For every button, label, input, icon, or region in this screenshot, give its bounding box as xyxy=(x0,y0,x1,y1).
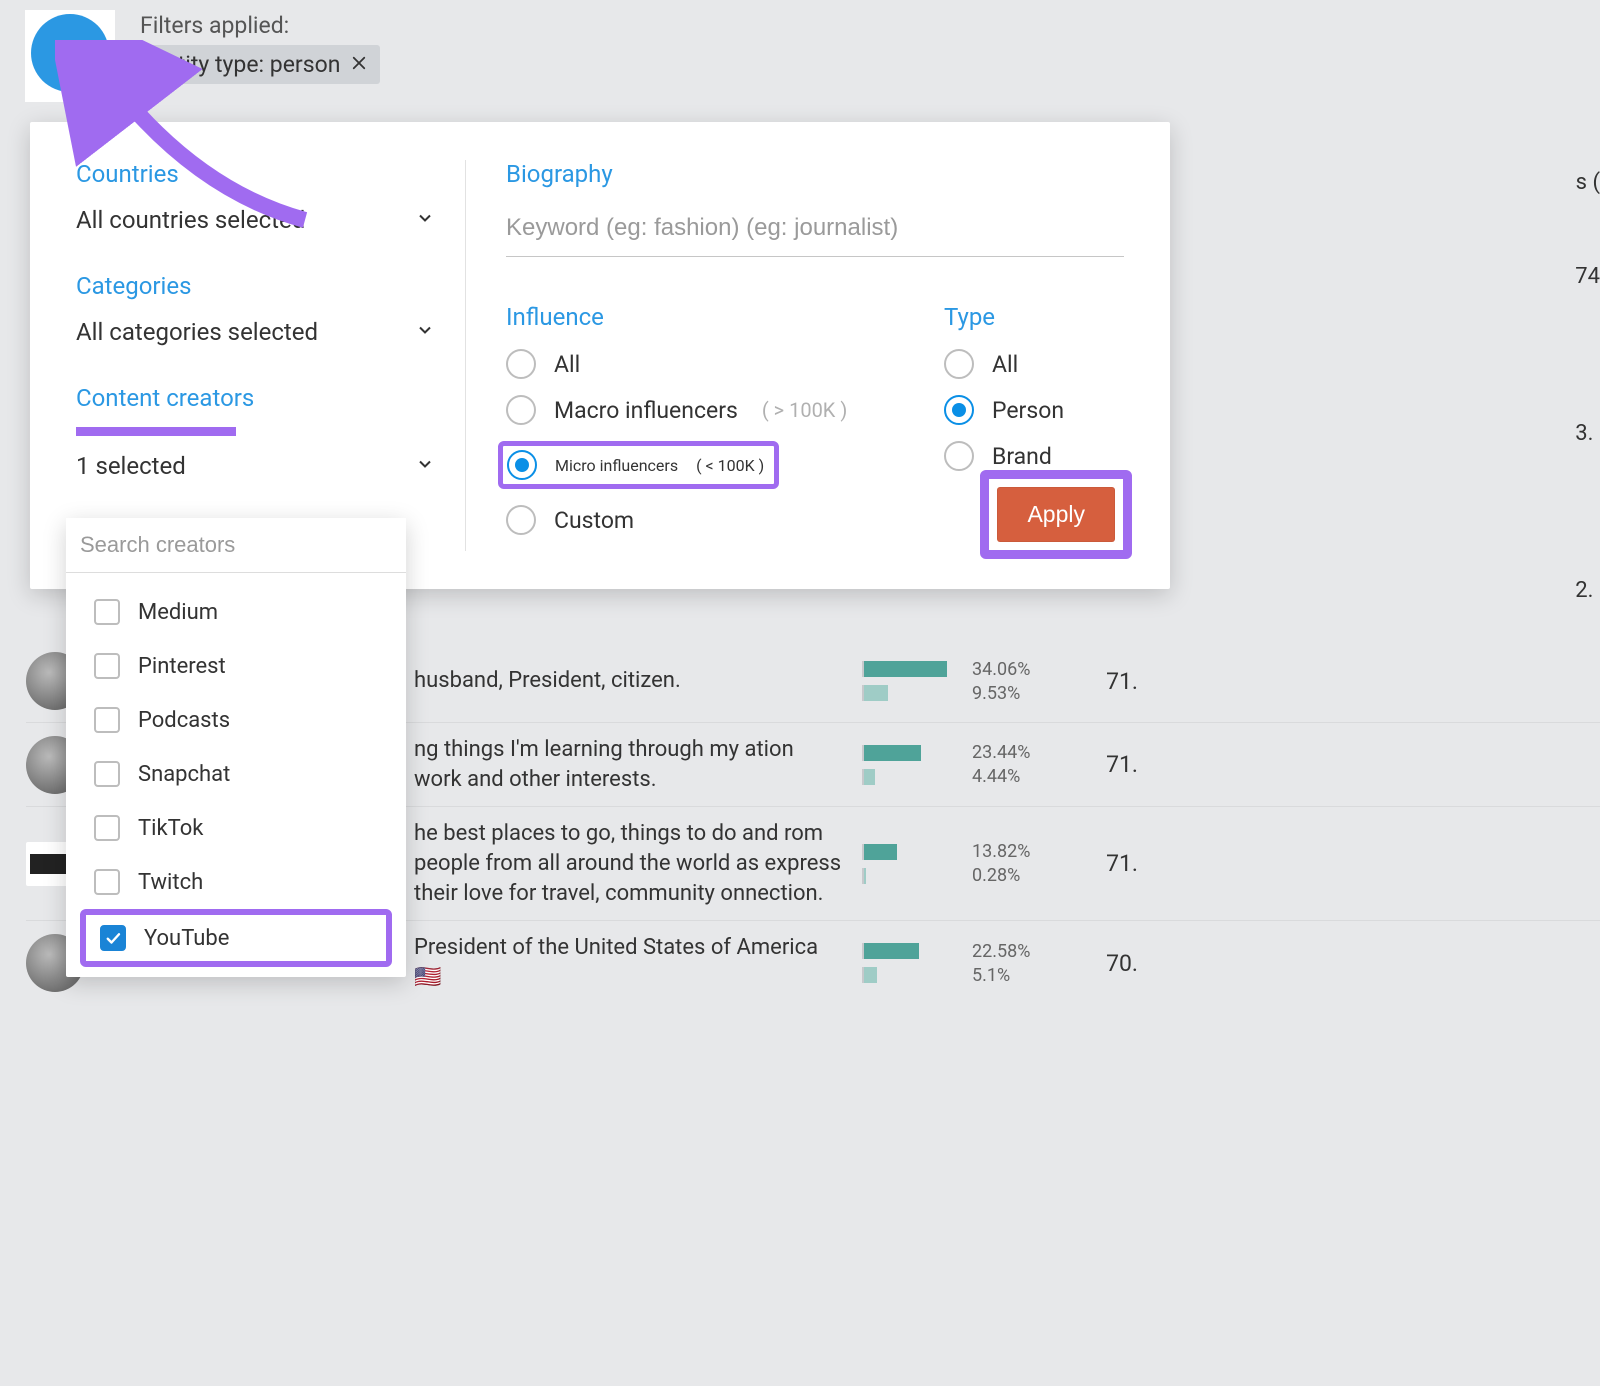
row-score: 71. xyxy=(1074,751,1144,778)
annotation-underline xyxy=(76,427,236,436)
influence-all-radio[interactable]: All xyxy=(506,349,884,379)
countries-select[interactable]: All countries selected xyxy=(76,206,435,234)
creators-search-input[interactable] xyxy=(66,518,406,573)
annotation-highlight-micro: Micro influencers ( < 100K ) xyxy=(498,441,779,489)
row-bars: 23.44% 4.44% xyxy=(854,739,1064,790)
chevron-down-icon xyxy=(415,206,435,234)
influence-micro-radio[interactable]: Micro influencers xyxy=(555,456,678,475)
chevron-down-icon xyxy=(415,318,435,346)
chevron-down-icon xyxy=(415,452,435,480)
annotation-highlight-apply: Apply xyxy=(980,470,1132,559)
creator-option-pinterest[interactable]: Pinterest xyxy=(86,639,386,693)
row-bars: 22.58% 5.1% xyxy=(854,938,1064,989)
influence-macro-radio[interactable]: Macro influencers ( > 100K ) xyxy=(506,395,884,425)
checkbox-icon xyxy=(94,761,120,787)
filters-applied-label: Filters applied: xyxy=(140,12,380,39)
creator-option-podcasts[interactable]: Podcasts xyxy=(86,693,386,747)
checkbox-icon xyxy=(94,869,120,895)
countries-title: Countries xyxy=(76,160,435,188)
radio-icon xyxy=(944,349,974,379)
row-score: 70. xyxy=(1074,950,1144,977)
creator-option-youtube[interactable]: YouTube xyxy=(80,909,392,967)
radio-icon xyxy=(944,395,974,425)
close-filters-button[interactable] xyxy=(31,14,109,92)
content-creators-title: Content creators xyxy=(76,384,254,412)
creator-option-twitch[interactable]: Twitch xyxy=(86,855,386,909)
filter-chip-entity-type[interactable]: Entity type: person xyxy=(140,45,380,84)
row-score: 71. xyxy=(1074,668,1144,695)
biography-title: Biography xyxy=(506,160,1124,188)
creators-dropdown: Medium Pinterest Podcasts Snapchat TikTo… xyxy=(66,518,406,977)
type-person-radio[interactable]: Person xyxy=(944,395,1124,425)
creator-option-medium[interactable]: Medium xyxy=(86,585,386,639)
row-score: 71. xyxy=(1074,850,1144,877)
radio-icon[interactable] xyxy=(507,450,537,480)
checkbox-icon xyxy=(94,815,120,841)
side-scores-partial: 74 3. 2. xyxy=(1575,264,1600,603)
remove-filter-icon[interactable] xyxy=(350,51,368,78)
row-bars: 34.06% 9.53% xyxy=(854,656,1064,707)
content-creators-select[interactable]: 1 selected xyxy=(76,452,435,480)
biography-input[interactable] xyxy=(506,206,1124,257)
type-brand-radio[interactable]: Brand xyxy=(944,441,1124,471)
categories-title: Categories xyxy=(76,272,435,300)
influence-custom-radio[interactable]: Custom xyxy=(506,505,884,535)
type-all-radio[interactable]: All xyxy=(944,349,1124,379)
row-bars: 13.82% 0.28% xyxy=(854,838,1064,889)
influence-title: Influence xyxy=(506,303,884,331)
column-header-partial: s ( xyxy=(1576,170,1600,195)
checkbox-icon xyxy=(94,707,120,733)
categories-select[interactable]: All categories selected xyxy=(76,318,435,346)
radio-icon xyxy=(944,441,974,471)
creator-option-snapchat[interactable]: Snapchat xyxy=(86,747,386,801)
radio-icon xyxy=(506,349,536,379)
checkbox-icon xyxy=(94,599,120,625)
radio-icon xyxy=(506,395,536,425)
apply-button[interactable]: Apply xyxy=(997,487,1115,542)
filter-chip-text: Entity type: person xyxy=(152,51,340,78)
radio-icon xyxy=(506,505,536,535)
type-title: Type xyxy=(944,303,1124,331)
creator-option-tiktok[interactable]: TikTok xyxy=(86,801,386,855)
checkbox-icon xyxy=(94,653,120,679)
checkbox-icon xyxy=(100,925,126,951)
